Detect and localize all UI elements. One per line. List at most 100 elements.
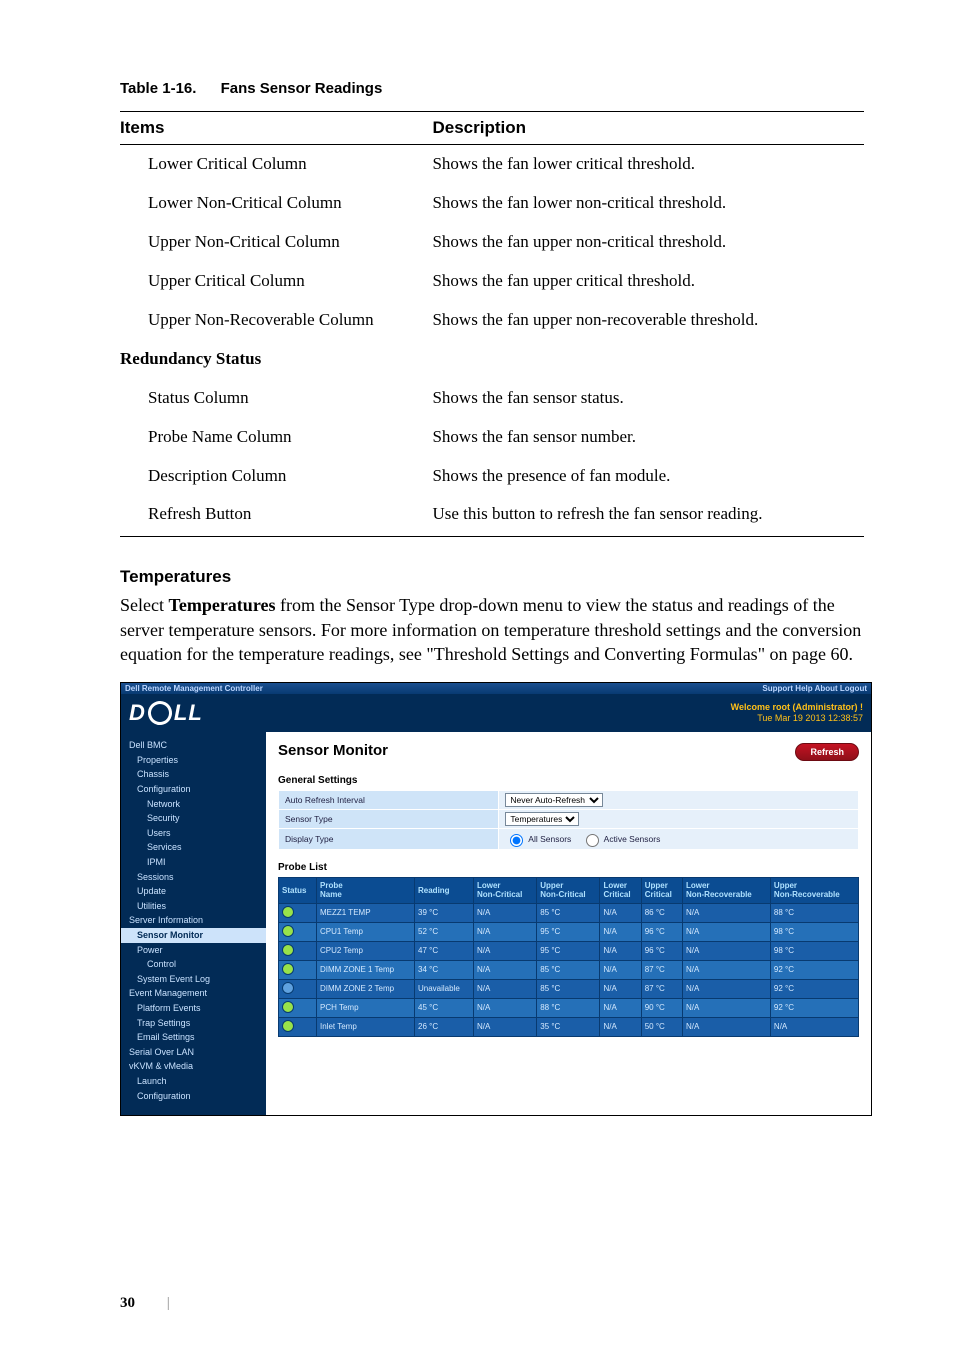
- status-icon: [282, 925, 294, 937]
- sidebar-item[interactable]: Chassis: [121, 767, 266, 782]
- probe-row: DIMM ZONE 2 TempUnavailableN/A85 °CN/A87…: [279, 979, 859, 998]
- dell-logo: DLL: [129, 700, 203, 726]
- probe-cell: 96 °C: [641, 922, 682, 941]
- probe-cell: 92 °C: [770, 998, 858, 1017]
- gs-key: Display Type: [279, 829, 499, 850]
- radio-all-sensors[interactable]: All Sensors: [505, 834, 571, 844]
- sidebar-item[interactable]: Dell BMC: [121, 738, 266, 753]
- table-row: Upper Critical Column Shows the fan uppe…: [120, 262, 864, 301]
- probe-cell: [279, 941, 317, 960]
- probe-cell: 96 °C: [641, 941, 682, 960]
- probe-cell: 88 °C: [537, 998, 600, 1017]
- probe-cell: 88 °C: [770, 903, 858, 922]
- sidebar-item[interactable]: Configuration: [121, 1089, 266, 1104]
- probe-cell: 34 °C: [415, 960, 474, 979]
- cell-item: Lower Non-Critical Column: [120, 184, 432, 223]
- probe-cell: 87 °C: [641, 979, 682, 998]
- probe-cell: N/A: [600, 941, 641, 960]
- probe-cell: [279, 1017, 317, 1036]
- sidebar-item[interactable]: Platform Events: [121, 1001, 266, 1016]
- main-panel: Refresh Sensor Monitor General Settings …: [266, 732, 871, 1115]
- cell-desc: Shows the fan sensor status.: [432, 379, 864, 418]
- probe-table: StatusProbeNameReadingLowerNon-CriticalU…: [278, 877, 859, 1036]
- probe-cell: 87 °C: [641, 960, 682, 979]
- probe-cell: N/A: [473, 979, 536, 998]
- probe-list-heading: Probe List: [278, 862, 859, 873]
- probe-cell: N/A: [682, 1017, 770, 1036]
- gs-value: All Sensors Active Sensors: [499, 829, 859, 850]
- table-section-row: Redundancy Status: [120, 340, 864, 379]
- probe-cell: N/A: [473, 941, 536, 960]
- probe-cell: Unavailable: [415, 979, 474, 998]
- cell-desc: Use this button to refresh the fan senso…: [432, 495, 864, 536]
- sidebar-item[interactable]: Network: [121, 797, 266, 812]
- radio-active-sensors[interactable]: Active Sensors: [581, 834, 661, 844]
- probe-cell: N/A: [600, 1017, 641, 1036]
- gs-value: Temperatures: [499, 810, 859, 829]
- table-caption-title: Fans Sensor Readings: [221, 80, 383, 97]
- sidebar-item[interactable]: Services: [121, 840, 266, 855]
- sidebar-item[interactable]: Update: [121, 884, 266, 899]
- embedded-screenshot: Dell Remote Management Controller Suppor…: [120, 682, 872, 1116]
- probe-cell: N/A: [682, 979, 770, 998]
- table-caption-number: Table 1-16.: [120, 80, 196, 97]
- sensor-type-select[interactable]: Temperatures: [505, 812, 579, 826]
- status-icon: [282, 982, 294, 994]
- probe-cell: N/A: [600, 998, 641, 1017]
- sidebar-item[interactable]: Serial Over LAN: [121, 1045, 266, 1060]
- sidebar-item[interactable]: Control: [121, 957, 266, 972]
- table-caption: Table 1-16. Fans Sensor Readings: [120, 80, 864, 97]
- cell-item: Upper Non-Recoverable Column: [120, 301, 432, 340]
- probe-header: LowerNon-Recoverable: [682, 878, 770, 903]
- table-row: Upper Non-Critical Column Shows the fan …: [120, 223, 864, 262]
- status-icon: [282, 963, 294, 975]
- sidebar-nav: Dell BMCPropertiesChassisConfigurationNe…: [121, 732, 266, 1115]
- probe-cell: 85 °C: [537, 903, 600, 922]
- probe-cell: 92 °C: [770, 960, 858, 979]
- section-heading: Temperatures: [120, 567, 864, 587]
- probe-cell: 95 °C: [537, 922, 600, 941]
- table-row: Lower Non-Critical Column Shows the fan …: [120, 184, 864, 223]
- sidebar-item[interactable]: Server Information: [121, 913, 266, 928]
- sidebar-item[interactable]: Sessions: [121, 870, 266, 885]
- sidebar-item[interactable]: Properties: [121, 753, 266, 768]
- probe-cell: 95 °C: [537, 941, 600, 960]
- auto-refresh-select[interactable]: Never Auto-Refresh: [505, 793, 603, 807]
- sidebar-item[interactable]: Users: [121, 826, 266, 841]
- cell-desc: Shows the fan upper non-recoverable thre…: [432, 301, 864, 340]
- probe-header: Status: [279, 878, 317, 903]
- probe-row: MEZZ1 TEMP39 °CN/A85 °CN/A86 °CN/A88 °C: [279, 903, 859, 922]
- sidebar-item[interactable]: Trap Settings: [121, 1016, 266, 1031]
- dell-logo-e-icon: [145, 698, 175, 728]
- body-paragraph: Select Temperatures from the Sensor Type…: [120, 593, 864, 666]
- sidebar-item[interactable]: IPMI: [121, 855, 266, 870]
- window-title-bar: Dell Remote Management Controller Suppor…: [121, 683, 871, 694]
- sidebar-item[interactable]: Configuration: [121, 782, 266, 797]
- sidebar-item[interactable]: vKVM & vMedia: [121, 1059, 266, 1074]
- probe-cell: 47 °C: [415, 941, 474, 960]
- probe-cell: N/A: [682, 941, 770, 960]
- probe-cell: 90 °C: [641, 998, 682, 1017]
- sidebar-item[interactable]: Email Settings: [121, 1030, 266, 1045]
- cell-item: Lower Critical Column: [120, 145, 432, 184]
- cell-item: Probe Name Column: [120, 418, 432, 457]
- cell-desc: Shows the fan lower non-critical thresho…: [432, 184, 864, 223]
- probe-cell: N/A: [473, 903, 536, 922]
- cell-item: Upper Critical Column: [120, 262, 432, 301]
- probe-row: PCH Temp45 °CN/A88 °CN/A90 °CN/A92 °C: [279, 998, 859, 1017]
- probe-cell: N/A: [473, 998, 536, 1017]
- sidebar-item[interactable]: Sensor Monitor: [121, 928, 266, 943]
- probe-cell: 85 °C: [537, 960, 600, 979]
- sidebar-item[interactable]: Launch: [121, 1074, 266, 1089]
- sidebar-item[interactable]: Utilities: [121, 899, 266, 914]
- cell-desc: Shows the fan lower critical threshold.: [432, 145, 864, 184]
- probe-cell: 98 °C: [770, 922, 858, 941]
- sidebar-item[interactable]: Event Management: [121, 986, 266, 1001]
- topbar-links[interactable]: Support Help About Logout: [762, 684, 867, 693]
- table-row: Refresh Button Use this button to refres…: [120, 495, 864, 536]
- sidebar-item[interactable]: Security: [121, 811, 266, 826]
- sidebar-item[interactable]: System Event Log: [121, 972, 266, 987]
- refresh-button[interactable]: Refresh: [795, 743, 859, 761]
- table-row: Upper Non-Recoverable Column Shows the f…: [120, 301, 864, 340]
- sidebar-item[interactable]: Power: [121, 943, 266, 958]
